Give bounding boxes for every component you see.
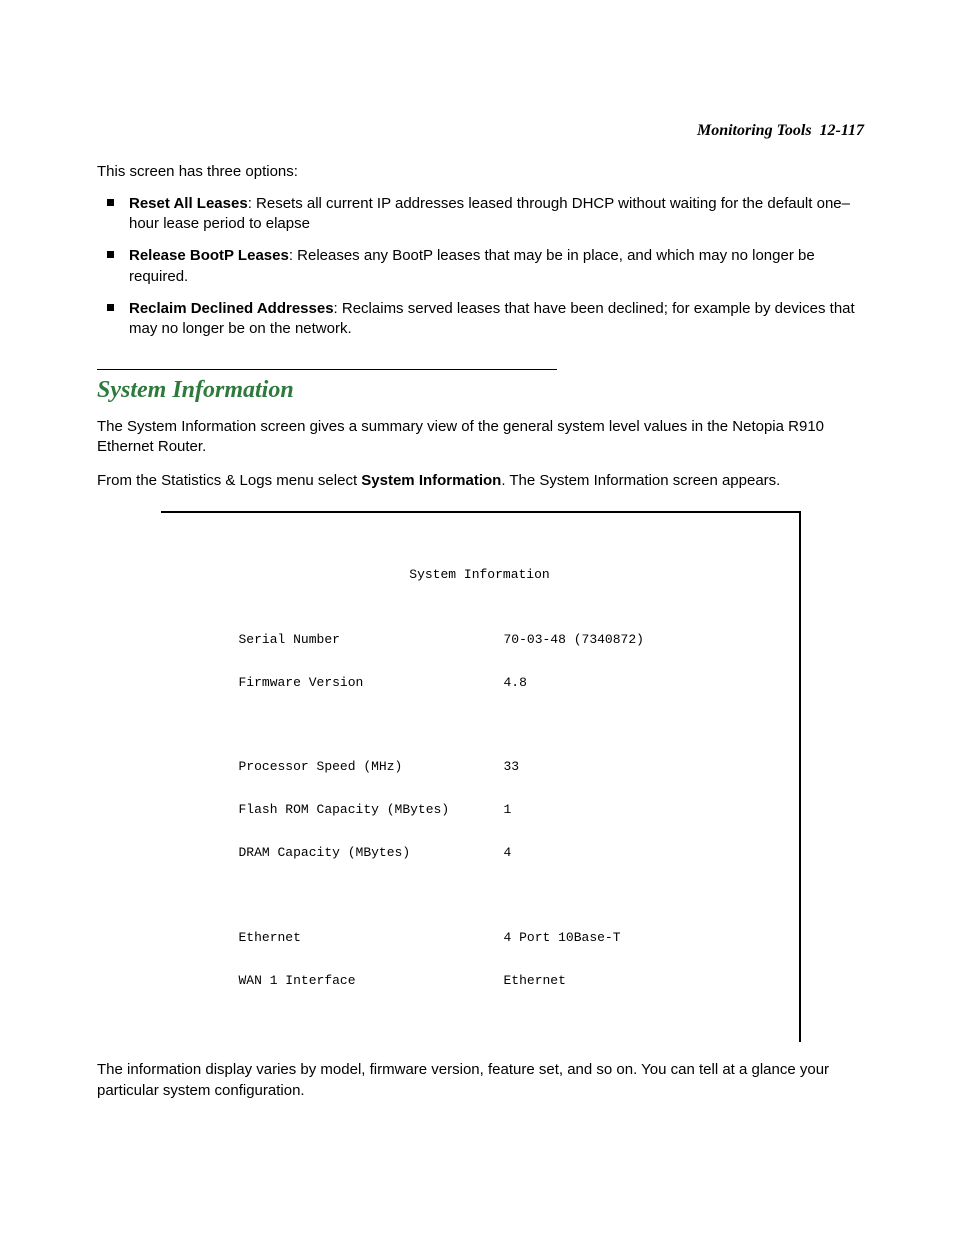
terminal-row: Serial Number70-03-48 (7340872)	[183, 633, 777, 647]
terminal-label: Processor Speed (MHz)	[183, 760, 504, 774]
option-term: Reset All Leases	[129, 195, 248, 212]
terminal-title: System Information	[183, 568, 777, 582]
terminal-row: DRAM Capacity (MBytes)4	[183, 846, 777, 860]
terminal-row: Flash ROM Capacity (MBytes)1	[183, 803, 777, 817]
page-header: Monitoring Tools 12-117	[97, 120, 864, 142]
section-title: System Information	[97, 374, 864, 406]
page: Monitoring Tools 12-117 This screen has …	[0, 0, 954, 1235]
terminal-value: 4.8	[504, 676, 777, 690]
section-divider	[97, 369, 557, 370]
terminal-value: Ethernet	[504, 974, 777, 988]
terminal-row: Processor Speed (MHz)33	[183, 760, 777, 774]
para2-post: . The System Information screen appears.	[501, 472, 780, 489]
option-term: Release BootP Leases	[129, 247, 289, 264]
terminal-value: 1	[504, 803, 777, 817]
terminal-label: WAN 1 Interface	[183, 974, 504, 988]
option-reclaim-declined-addresses: Reclaim Declined Addresses: Reclaims ser…	[97, 299, 864, 340]
terminal-value: 33	[504, 760, 777, 774]
terminal-label: Ethernet	[183, 931, 504, 945]
header-section: Monitoring Tools	[697, 122, 812, 139]
terminal-value: 4	[504, 846, 777, 860]
terminal-row: Firmware Version4.8	[183, 676, 777, 690]
terminal-label: DRAM Capacity (MBytes)	[183, 846, 504, 860]
terminal-label: Firmware Version	[183, 676, 504, 690]
terminal-label: Serial Number	[183, 633, 504, 647]
intro-text: This screen has three options:	[97, 162, 864, 182]
para2-pre: From the Statistics & Logs menu select	[97, 472, 361, 489]
paragraph-3: The information display varies by model,…	[97, 1060, 864, 1101]
option-release-bootp-leases: Release BootP Leases: Releases any BootP…	[97, 246, 864, 287]
option-reset-all-leases: Reset All Leases: Resets all current IP …	[97, 194, 864, 235]
paragraph-2: From the Statistics & Logs menu select S…	[97, 471, 864, 491]
terminal-value: 70-03-48 (7340872)	[504, 633, 777, 647]
paragraph-1: The System Information screen gives a su…	[97, 417, 864, 458]
terminal-screen: System Information Serial Number70-03-48…	[161, 511, 801, 1042]
terminal-row: WAN 1 InterfaceEthernet	[183, 974, 777, 988]
terminal-value: 4 Port 10Base-T	[504, 931, 777, 945]
header-page-number: 12-117	[820, 122, 864, 139]
terminal-row: Ethernet4 Port 10Base-T	[183, 931, 777, 945]
terminal-label: Flash ROM Capacity (MBytes)	[183, 803, 504, 817]
option-term: Reclaim Declined Addresses	[129, 300, 334, 317]
para2-bold: System Information	[361, 472, 501, 489]
options-list: Reset All Leases: Resets all current IP …	[97, 194, 864, 340]
